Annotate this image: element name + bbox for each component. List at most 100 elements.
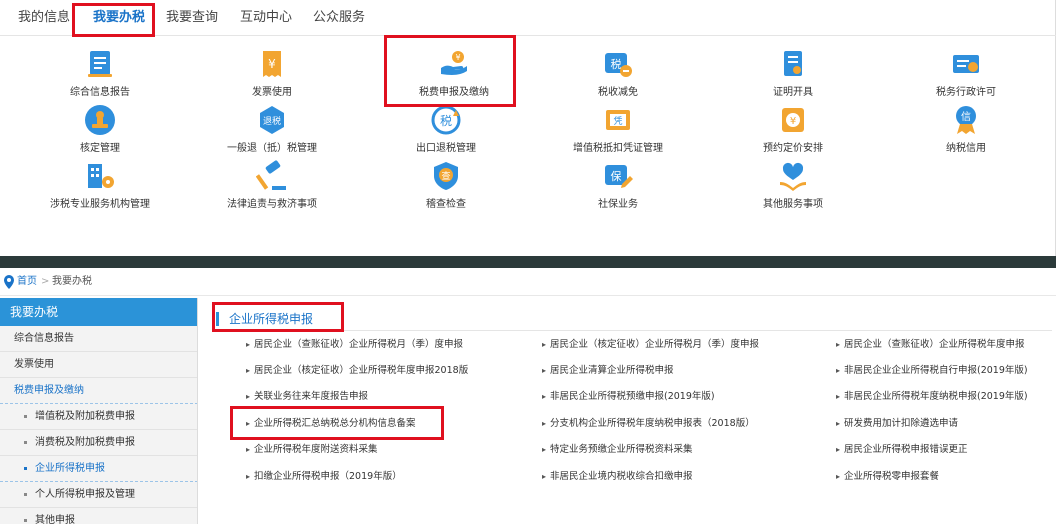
link-label: 居民企业（查账征收）企业所得税月（季）度申报 — [254, 339, 464, 350]
arrow-right-icon: ▸ — [246, 472, 251, 481]
service-assessment[interactable]: 核定管理 — [25, 104, 175, 158]
service-label: 发票使用 — [252, 87, 292, 98]
link-item[interactable]: ▸ 居民企业所得税申报错误更正 — [836, 443, 968, 457]
arrow-right-icon: ▸ — [246, 366, 251, 375]
svg-text:信: 信 — [961, 111, 971, 123]
service-invoice[interactable]: ¥ 发票使用 — [197, 48, 347, 102]
service-label: 预约定价安排 — [763, 143, 823, 154]
sidebar-subitem-consumption[interactable]: 消费税及附加税费申报 — [0, 430, 197, 456]
service-report[interactable]: 综合信息报告 — [25, 48, 175, 102]
link-item[interactable]: ▸ 关联业务往来年度报告申报 — [246, 390, 368, 404]
svg-text:凭: 凭 — [613, 115, 622, 127]
service-export-refund[interactable]: 税 出口退税管理 — [371, 104, 521, 158]
link-item[interactable]: ▸ 居民企业（查账征收）企业所得税月（季）度申报 — [246, 338, 463, 352]
sidebar-subitem-other[interactable]: 其他申报 — [0, 508, 197, 524]
arrow-right-icon: ▸ — [836, 392, 841, 401]
sidebar-item-report[interactable]: 综合信息报告 — [0, 326, 197, 352]
section-title: 企业所得税申报 — [216, 312, 313, 326]
arrow-right-icon: ▸ — [836, 419, 841, 428]
sidebar-item-invoice[interactable]: 发票使用 — [0, 352, 197, 378]
link-item[interactable]: ▸ 非居民企业所得税预缴申报(2019年版) — [542, 390, 715, 404]
link-item[interactable]: ▸ 研发费用加计扣除遴选申请 — [836, 417, 958, 431]
svg-text:退税: 退税 — [263, 115, 281, 127]
bullet-dot — [24, 414, 27, 418]
service-other[interactable]: 其他服务事项 — [718, 160, 868, 214]
service-social-security[interactable]: 保 社保业务 — [543, 160, 693, 214]
arrow-right-icon: ▸ — [542, 366, 547, 375]
main-content: 企业所得税申报 ▸ 居民企业（查账征收）企业所得税月（季）度申报 ▸ 居民企业（核定… — [208, 298, 1056, 524]
service-legal[interactable]: 法律追责与救济事项 — [197, 160, 347, 214]
pricing-icon: ¥ — [782, 108, 804, 132]
link-item[interactable]: ▸ 企业所得税零申报套餐 — [836, 470, 939, 484]
social-security-icon: 保 — [605, 165, 633, 188]
certificate-icon — [784, 51, 802, 76]
sidebar-item-label: 增值税及附加税费申报 — [35, 411, 135, 422]
link-label: 企业所得税汇总纳税总分机构信息备案 — [254, 418, 416, 429]
service-pricing[interactable]: ¥ 预约定价安排 — [718, 104, 868, 158]
service-label: 证明开具 — [773, 87, 813, 98]
breadcrumb-home[interactable]: 首页 — [17, 268, 37, 296]
tab-public-service[interactable]: 公众服务 — [313, 0, 365, 36]
sidebar-subitem-vat[interactable]: 增值税及附加税费申报 — [0, 404, 197, 430]
sidebar-item-label: 综合信息报告 — [14, 333, 74, 344]
link-label: 企业所得税零申报套餐 — [844, 471, 940, 482]
service-label: 税收减免 — [598, 87, 638, 98]
service-label: 综合信息报告 — [70, 87, 130, 98]
tab-my-info[interactable]: 我的信息 — [18, 0, 70, 36]
sidebar-item-declare-pay[interactable]: 税费申报及缴纳 — [0, 378, 197, 404]
link-item[interactable]: ▸ 居民企业（查账征收）企业所得税年度申报 — [836, 338, 1025, 352]
service-label: 一般退（抵）税管理 — [227, 143, 317, 154]
link-item[interactable]: ▸ 扣缴企业所得税申报（2019年版） — [246, 470, 402, 484]
sidebar-item-label: 税费申报及缴纳 — [14, 385, 84, 396]
bullet-dot — [24, 518, 27, 522]
service-admin-license[interactable]: 税务行政许可 — [891, 48, 1041, 102]
link-label: 非居民企业所得税预缴申报(2019年版) — [550, 391, 715, 402]
sidebar-item-label: 消费税及附加税费申报 — [35, 437, 135, 448]
tab-tax-handling[interactable]: 我要办税 — [93, 0, 145, 36]
service-label: 社保业务 — [598, 199, 638, 210]
svg-text:¥: ¥ — [790, 116, 796, 127]
service-tax-credit[interactable]: 信 纳税信用 — [891, 104, 1041, 158]
inspection-shield-icon: 查 — [434, 162, 458, 190]
link-item[interactable]: ▸ 居民企业清算企业所得税申报 — [542, 364, 674, 378]
arrow-right-icon: ▸ — [836, 366, 841, 375]
link-item[interactable]: ▸ 企业所得税年度附送资料采集 — [246, 443, 378, 457]
link-item[interactable]: ▸ 非居民企业所得税年度纳税申报(2019年版) — [836, 390, 1028, 404]
sidebar-subitem-personal-income[interactable]: 个人所得税申报及管理 — [0, 482, 197, 508]
service-label: 增值税抵扣凭证管理 — [573, 143, 663, 154]
export-refund-icon: 税 — [431, 105, 461, 135]
tab-query[interactable]: 我要查询 — [166, 0, 218, 36]
sidebar-item-label: 其他申报 — [35, 515, 75, 524]
link-item[interactable]: ▸ 特定业务预缴企业所得税资料采集 — [542, 443, 693, 457]
link-item[interactable]: ▸ 居民企业（核定征收）企业所得税年度申报2018版 — [246, 364, 468, 378]
service-vat-voucher[interactable]: 凭 增值税抵扣凭证管理 — [543, 104, 693, 158]
link-label: 非居民企业境内税收综合扣缴申报 — [550, 471, 693, 482]
service-tax-relief[interactable]: 税 税收减免 — [543, 48, 693, 102]
sidebar-item-label: 个人所得税申报及管理 — [35, 489, 135, 500]
service-certificate[interactable]: 证明开具 — [718, 48, 868, 102]
service-label: 核定管理 — [80, 143, 120, 154]
sidebar-subitem-corporate-income[interactable]: 企业所得税申报 — [0, 456, 197, 482]
bullet-dot — [24, 466, 27, 470]
link-item[interactable]: ▸ 居民企业（核定征收）企业所得税月（季）度申报 — [542, 338, 759, 352]
arrow-right-icon: ▸ — [542, 445, 547, 454]
service-refund[interactable]: 退税 一般退（抵）税管理 — [197, 104, 347, 158]
link-item[interactable]: ▸ 企业所得税汇总纳税总分机构信息备案 — [246, 417, 416, 431]
tax-relief-icon: 税 — [605, 53, 632, 77]
breadcrumb: 首页 > 我要办税 — [0, 268, 1056, 296]
link-item[interactable]: ▸ 分支机构企业所得税年度纳税申报表（2018版） — [542, 417, 755, 431]
service-declare-pay[interactable]: ¥ 税费申报及缴纳 — [379, 48, 529, 102]
refund-icon: 退税 — [260, 106, 284, 134]
link-item[interactable]: ▸ 非居民企业境内税收综合扣缴申报 — [542, 470, 693, 484]
link-item[interactable]: ▸ 非居民企业企业所得税自行申报(2019年版) — [836, 364, 1028, 378]
top-panel: 我的信息 我要办税 我要查询 互动中心 公众服务 综合信息报告 ¥ 发票使用 ¥… — [0, 0, 1056, 256]
link-label: 特定业务预缴企业所得税资料采集 — [550, 444, 693, 455]
link-label: 居民企业（核定征收）企业所得税年度申报2018版 — [254, 365, 469, 376]
hand-coin-icon: ¥ — [441, 51, 467, 75]
tab-interaction[interactable]: 互动中心 — [240, 0, 292, 36]
service-agency[interactable]: 涉税专业服务机构管理 — [25, 160, 175, 214]
link-label: 企业所得税年度附送资料采集 — [254, 444, 378, 455]
bullet-dot — [24, 492, 27, 496]
service-inspection[interactable]: 查 稽查检查 — [371, 160, 521, 214]
arrow-right-icon: ▸ — [542, 472, 547, 481]
